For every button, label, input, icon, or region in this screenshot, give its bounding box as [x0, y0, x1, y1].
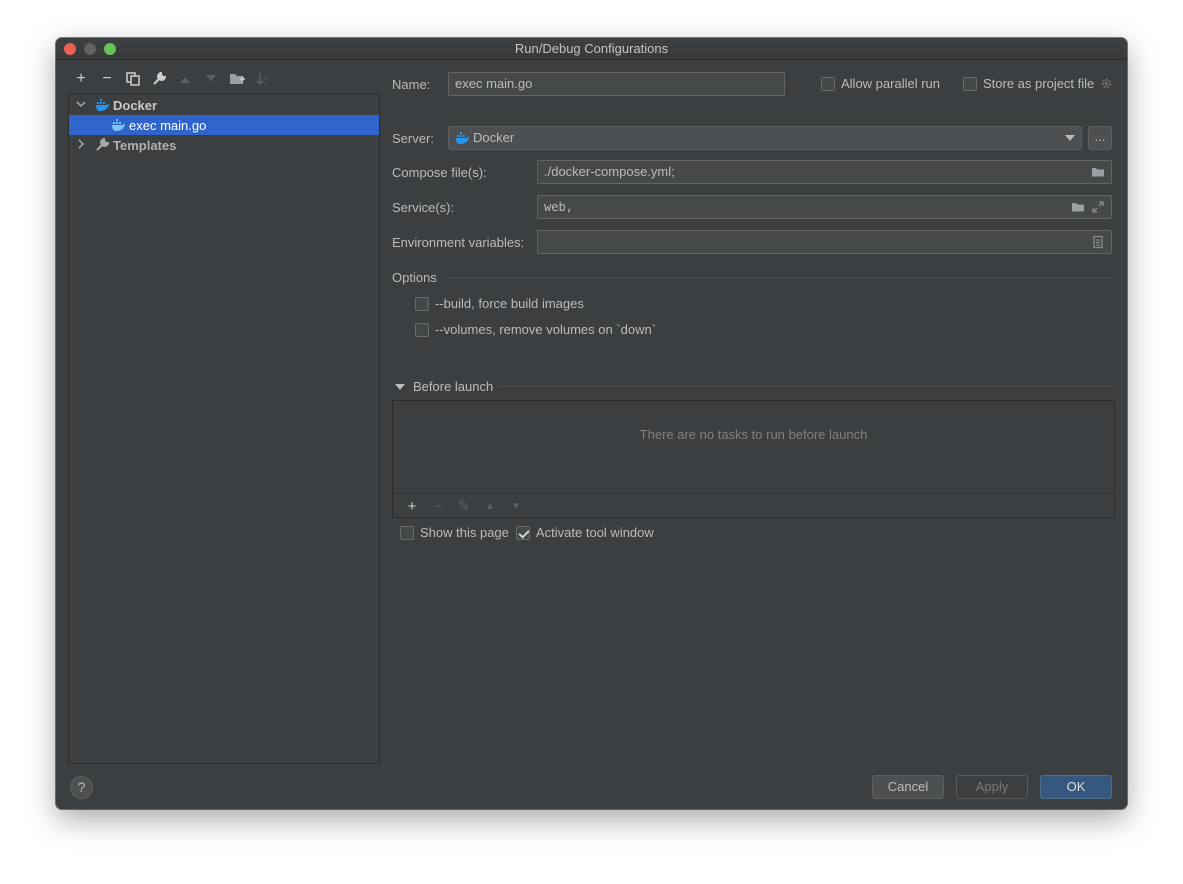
chevron-down-icon	[1065, 135, 1075, 141]
expand-icon[interactable]	[1091, 200, 1105, 214]
name-input[interactable]: exec main.go	[448, 72, 785, 96]
docker-icon	[456, 132, 469, 144]
title-bar: Run/Debug Configurations	[56, 38, 1127, 60]
help-button[interactable]: ?	[70, 776, 93, 799]
before-launch-separator	[498, 386, 1115, 387]
options-separator	[445, 277, 1115, 278]
maximize-window-button[interactable]	[104, 43, 116, 55]
tree-item-label: exec main.go	[129, 117, 207, 133]
compose-files-input[interactable]: ./docker-compose.yml;	[537, 160, 1112, 184]
docker-icon	[112, 119, 125, 131]
store-project-label: Store as project file	[983, 76, 1095, 91]
env-vars-label: Environment variables:	[392, 235, 525, 250]
config-tree: Docker exec main.go Templates	[68, 93, 380, 764]
close-window-button[interactable]	[64, 43, 76, 55]
add-task-button[interactable]: +	[399, 498, 425, 515]
server-value: Docker	[473, 130, 515, 145]
allow-parallel-label: Allow parallel run	[841, 76, 940, 91]
chevron-right-icon[interactable]	[75, 138, 87, 152]
remove-config-button[interactable]: −	[94, 68, 120, 90]
tree-item-exec-main-go[interactable]: exec main.go	[69, 115, 379, 135]
options-heading: Options	[392, 270, 437, 285]
apply-button[interactable]: Apply	[956, 775, 1028, 799]
ok-button[interactable]: OK	[1040, 775, 1112, 799]
tree-item-templates[interactable]: Templates	[69, 135, 379, 155]
arrow-up-icon	[180, 77, 190, 83]
wrench-icon	[96, 138, 109, 151]
gear-icon[interactable]	[1100, 77, 1113, 90]
volumes-label: --volumes, remove volumes on `down`	[435, 322, 657, 337]
server-label: Server:	[392, 131, 434, 146]
checkbox-box[interactable]	[415, 296, 429, 311]
remove-task-button[interactable]: −	[425, 498, 451, 515]
sort-button[interactable]: az	[250, 68, 276, 90]
copy-config-button[interactable]	[120, 68, 146, 90]
sort-icon: az	[256, 73, 268, 86]
compose-files-label: Compose file(s):	[392, 165, 487, 180]
checkbox-box[interactable]	[963, 76, 977, 91]
chevron-down-icon[interactable]	[75, 100, 87, 111]
folder-icon[interactable]	[1071, 200, 1085, 214]
run-debug-configurations-dialog: Run/Debug Configurations + − az Docker e…	[56, 38, 1127, 809]
services-input[interactable]: web,	[537, 195, 1112, 219]
docker-icon	[96, 99, 109, 111]
arrow-down-icon	[206, 75, 216, 81]
config-toolbar: + − az	[68, 68, 276, 90]
server-select[interactable]: Docker	[448, 126, 1082, 150]
allow-parallel-checkbox[interactable]: Allow parallel run	[821, 76, 940, 91]
move-task-down-button[interactable]: ▼	[503, 501, 529, 512]
server-settings-button[interactable]: ...	[1088, 126, 1112, 150]
before-launch-heading: Before launch	[413, 379, 494, 394]
tree-item-label: Templates	[113, 137, 177, 153]
build-label: --build, force build images	[435, 296, 584, 311]
wrench-icon	[153, 72, 166, 85]
tree-item-docker[interactable]: Docker	[69, 95, 379, 115]
before-launch-toggle[interactable]: Before launch	[395, 379, 493, 394]
copy-icon	[126, 72, 140, 86]
checkbox-box[interactable]	[415, 322, 429, 337]
before-launch-empty-text: There are no tasks to run before launch	[639, 427, 868, 442]
add-config-button[interactable]: +	[68, 68, 94, 90]
chevron-down-icon	[395, 383, 405, 390]
build-checkbox[interactable]: --build, force build images	[415, 296, 584, 311]
before-launch-panel: There are no tasks to run before launch …	[392, 400, 1115, 518]
activate-tool-window-checkbox[interactable]: Activate tool window	[516, 525, 654, 540]
volumes-checkbox[interactable]: --volumes, remove volumes on `down`	[415, 322, 656, 337]
name-label: Name:	[392, 77, 431, 92]
env-vars-input[interactable]	[537, 230, 1112, 254]
cancel-button[interactable]: Cancel	[872, 775, 944, 799]
document-icon[interactable]	[1091, 235, 1105, 249]
show-this-page-checkbox[interactable]: Show this page	[400, 525, 509, 540]
activate-tool-label: Activate tool window	[536, 525, 654, 540]
tree-item-label: Docker	[113, 97, 158, 113]
services-label: Service(s):	[392, 200, 455, 215]
checkbox-box[interactable]	[821, 76, 835, 91]
store-project-file-checkbox[interactable]: Store as project file	[963, 76, 1113, 91]
compose-files-value: ./docker-compose.yml;	[544, 164, 675, 179]
services-value: web,	[544, 200, 573, 214]
move-task-up-button[interactable]: ▲	[477, 501, 503, 512]
folder-add-icon	[229, 74, 245, 84]
svg-text:z: z	[264, 80, 267, 86]
checkbox-box[interactable]	[400, 525, 414, 540]
checkbox-box-checked[interactable]	[516, 525, 530, 540]
show-page-label: Show this page	[420, 525, 509, 540]
move-up-button[interactable]	[172, 68, 198, 90]
edit-defaults-button[interactable]	[146, 68, 172, 90]
move-down-button[interactable]	[198, 68, 224, 90]
new-folder-button[interactable]	[224, 68, 250, 90]
edit-task-button[interactable]: ✎	[451, 497, 477, 515]
before-launch-toolbar: + − ✎ ▲ ▼	[393, 493, 1114, 518]
folder-icon[interactable]	[1091, 165, 1105, 179]
window-title: Run/Debug Configurations	[514, 41, 669, 56]
minimize-window-button[interactable]	[84, 43, 96, 55]
